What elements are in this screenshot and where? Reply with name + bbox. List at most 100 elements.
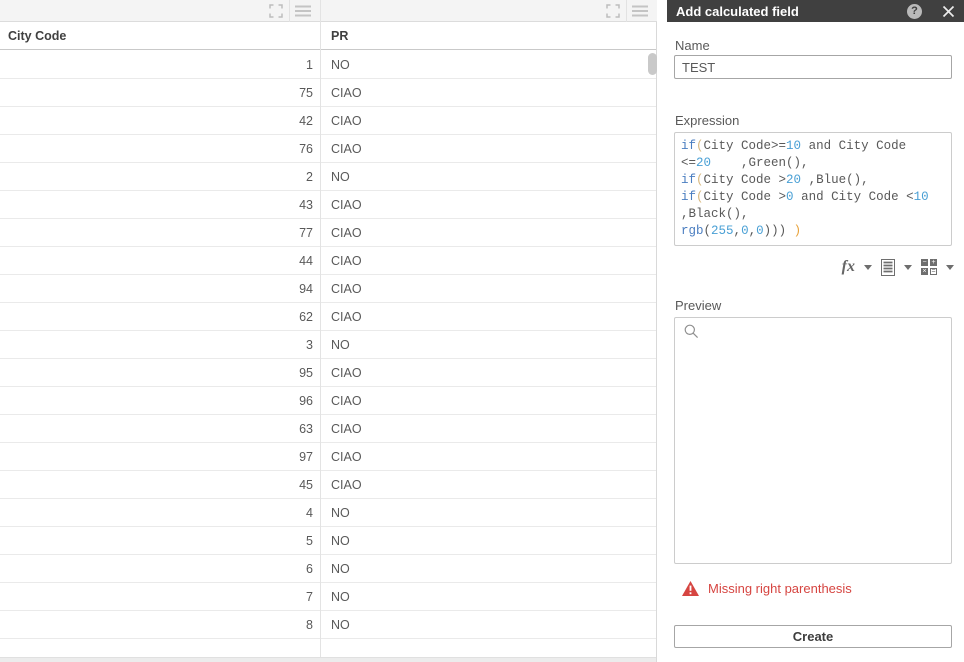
pr-cell[interactable]: CIAO — [320, 247, 362, 274]
city-code-cell[interactable]: 4 — [0, 499, 320, 526]
fx-icon[interactable]: fx — [842, 258, 855, 276]
city-code-cell[interactable]: 94 — [0, 275, 320, 302]
city-code-cell[interactable]: 2 — [0, 163, 320, 190]
city-code-cell[interactable]: 96 — [0, 387, 320, 414]
pr-cell[interactable]: CIAO — [320, 107, 362, 134]
city-code-cell[interactable]: 62 — [0, 303, 320, 330]
help-icon[interactable]: ? — [907, 3, 922, 19]
table-row[interactable]: 62 CIAO — [0, 303, 656, 331]
city-code-cell[interactable]: 7 — [0, 583, 320, 610]
table-row[interactable]: 94 CIAO — [0, 275, 656, 303]
city-code-cell[interactable]: 95 — [0, 359, 320, 386]
create-button[interactable]: Create — [674, 625, 952, 648]
name-label: Name — [675, 38, 710, 53]
menu-icon[interactable] — [292, 0, 314, 22]
table-row[interactable]: 3 NO — [0, 331, 656, 359]
dialog-title: Add calculated field — [676, 3, 799, 19]
fullscreen-icon[interactable] — [602, 0, 624, 22]
pr-cell[interactable]: CIAO — [320, 471, 362, 498]
table-row[interactable]: 76 CIAO — [0, 135, 656, 163]
table-row[interactable]: 96 CIAO — [0, 387, 656, 415]
table-row[interactable]: 44 CIAO — [0, 247, 656, 275]
pr-cell[interactable]: CIAO — [320, 443, 362, 470]
city-code-cell[interactable]: 63 — [0, 415, 320, 442]
pr-cell[interactable]: NO — [320, 331, 350, 358]
calc-grid-icon[interactable]: − + × = — [921, 259, 937, 275]
table-row[interactable]: 43 CIAO — [0, 191, 656, 219]
expression-toolbar: fx − + × = — [833, 255, 954, 279]
city-code-cell[interactable]: 97 — [0, 443, 320, 470]
pr-cell[interactable]: CIAO — [320, 191, 362, 218]
table-row[interactable]: 45 CIAO — [0, 471, 656, 499]
validation-error: Missing right parenthesis — [682, 581, 852, 596]
pr-cell[interactable]: CIAO — [320, 415, 362, 442]
chevron-down-icon[interactable] — [864, 264, 872, 270]
list-icon[interactable] — [881, 258, 895, 276]
city-code-cell[interactable]: 6 — [0, 555, 320, 582]
city-code-cell[interactable]: 43 — [0, 191, 320, 218]
menu-icon[interactable] — [629, 0, 651, 22]
chevron-down-icon[interactable] — [946, 264, 954, 270]
table-row[interactable]: 97 CIAO — [0, 443, 656, 471]
table-row[interactable]: 2 NO — [0, 163, 656, 191]
pr-cell[interactable]: NO — [320, 163, 350, 190]
search-icon[interactable] — [684, 324, 699, 344]
city-code-cell[interactable]: 77 — [0, 219, 320, 246]
pr-cell[interactable]: CIAO — [320, 79, 362, 106]
table-row[interactable]: 77 CIAO — [0, 219, 656, 247]
table-row[interactable]: 6 NO — [0, 555, 656, 583]
pr-cell[interactable]: NO — [320, 527, 350, 554]
close-icon[interactable] — [942, 5, 955, 18]
pr-cell[interactable]: CIAO — [320, 275, 362, 302]
city-code-object-toolbar — [0, 0, 320, 22]
pr-cell[interactable]: NO — [320, 611, 350, 638]
column-header-city-code[interactable]: City Code — [8, 22, 66, 50]
table-body: 1 NO 75 CIAO 42 CIAO 76 CIAO 2 NO 43 CIA… — [0, 51, 656, 657]
table-row[interactable]: 63 CIAO — [0, 415, 656, 443]
city-code-cell[interactable]: 76 — [0, 135, 320, 162]
city-code-cell[interactable]: 1 — [0, 51, 320, 78]
plus-tile-icon: + — [930, 259, 937, 266]
expression-editor[interactable]: if(City Code>=10 and City Code <=20 ,Gree… — [674, 132, 952, 246]
city-code-cell[interactable]: 75 — [0, 79, 320, 106]
expression-label: Expression — [675, 113, 740, 128]
table-row[interactable]: 5 NO — [0, 527, 656, 555]
horizontal-scrollbar-track[interactable] — [0, 657, 656, 662]
city-code-cell[interactable]: 3 — [0, 331, 320, 358]
data-table-panel: City Code PR 1 NO 75 CIAO 42 CIAO 76 CIA… — [0, 0, 657, 662]
table-row[interactable]: 7 NO — [0, 583, 656, 611]
dialog-header: Add calculated field ? — [667, 0, 964, 22]
pr-cell[interactable]: NO — [320, 555, 350, 582]
city-code-cell[interactable]: 5 — [0, 527, 320, 554]
pr-cell[interactable]: CIAO — [320, 359, 362, 386]
table-row[interactable]: 8 NO — [0, 611, 656, 639]
table-row[interactable]: 95 CIAO — [0, 359, 656, 387]
name-input[interactable] — [674, 55, 952, 79]
city-code-cell[interactable]: 44 — [0, 247, 320, 274]
list-tile-icon: = — [930, 268, 937, 275]
table-row[interactable]: 42 CIAO — [0, 107, 656, 135]
pr-cell[interactable]: CIAO — [320, 135, 362, 162]
fullscreen-icon[interactable] — [265, 0, 287, 22]
table-row[interactable]: 75 CIAO — [0, 79, 656, 107]
preview-label: Preview — [675, 298, 722, 313]
pr-cell[interactable]: NO — [320, 51, 350, 78]
add-calculated-field-dialog: Add calculated field ? Name Expression i… — [667, 0, 964, 662]
column-divider — [320, 0, 321, 657]
pr-cell[interactable]: NO — [320, 583, 350, 610]
city-code-cell[interactable]: 8 — [0, 611, 320, 638]
table-row[interactable]: 4 NO — [0, 499, 656, 527]
pr-cell[interactable]: CIAO — [320, 219, 362, 246]
city-code-cell[interactable]: 42 — [0, 107, 320, 134]
chevron-down-icon[interactable] — [904, 264, 912, 270]
column-header-pr[interactable]: PR — [331, 22, 348, 50]
pr-cell[interactable]: CIAO — [320, 387, 362, 414]
error-message: Missing right parenthesis — [708, 581, 852, 596]
city-code-cell[interactable]: 45 — [0, 471, 320, 498]
warning-triangle-icon — [682, 581, 699, 596]
vertical-scrollbar-thumb[interactable] — [648, 53, 657, 75]
pr-cell[interactable]: NO — [320, 499, 350, 526]
pr-cell[interactable]: CIAO — [320, 303, 362, 330]
toolbar-divider — [626, 0, 627, 22]
table-row[interactable]: 1 NO — [0, 51, 656, 79]
